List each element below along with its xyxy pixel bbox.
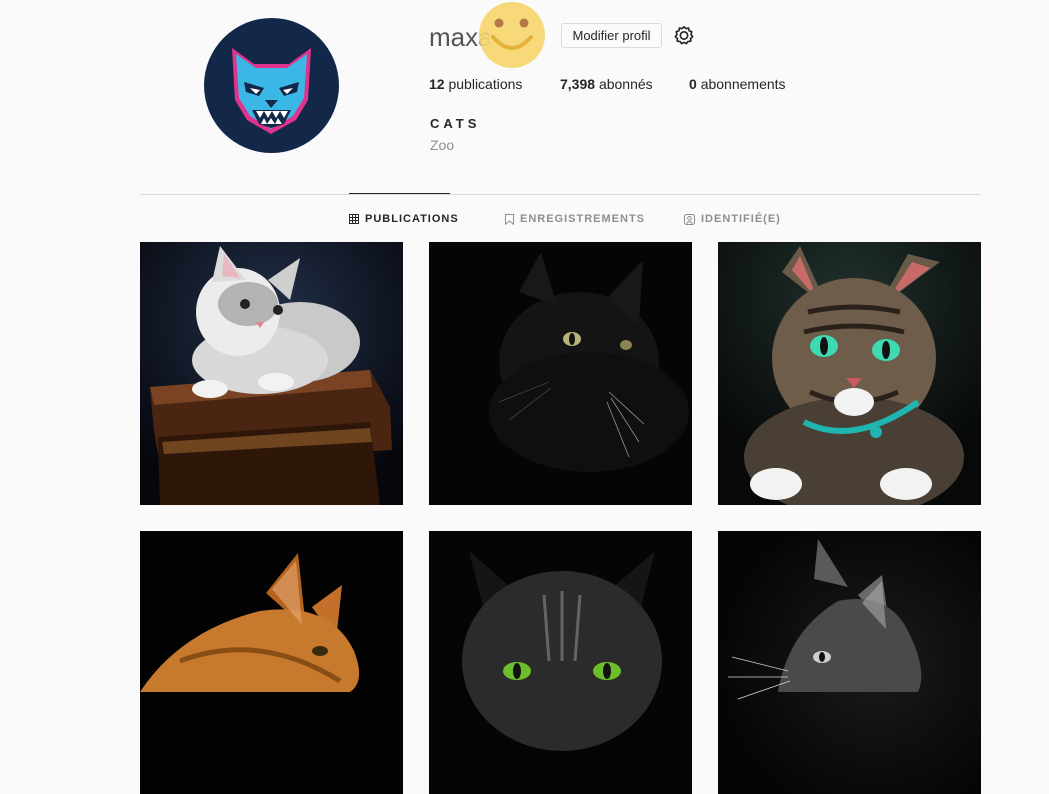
- posts-count: 12 publications: [429, 76, 522, 92]
- following-count-value: 0: [689, 76, 697, 92]
- followers-count[interactable]: 7,398 abonnés: [560, 76, 653, 92]
- post-tile[interactable]: [429, 531, 692, 794]
- bookmark-icon: [505, 213, 514, 225]
- posts-count-value: 12: [429, 76, 445, 92]
- post-tile[interactable]: [718, 531, 981, 794]
- post-tile[interactable]: [140, 531, 403, 794]
- bio-name: CATS: [430, 116, 481, 131]
- tab-label: PUBLICATIONS: [365, 213, 459, 225]
- posts-count-label: publications: [448, 76, 523, 92]
- grid-icon: [349, 214, 359, 224]
- post-tile[interactable]: [429, 242, 692, 505]
- cat-photo-icon: [429, 242, 692, 505]
- bio-category: Zoo: [430, 137, 455, 153]
- cat-photo-icon: [140, 531, 403, 794]
- cat-photo-icon: [718, 531, 981, 794]
- followers-count-value: 7,398: [560, 76, 596, 92]
- active-tab-indicator: [349, 193, 450, 194]
- followers-count-label: abonnés: [598, 76, 653, 92]
- tabs-divider: [140, 194, 981, 195]
- settings-gear-icon[interactable]: [673, 24, 695, 46]
- cat-photo-icon: [718, 242, 981, 505]
- post-tile[interactable]: [718, 242, 981, 505]
- cat-photo-icon: [140, 242, 403, 505]
- profile-avatar[interactable]: [204, 18, 339, 153]
- cat-photo-icon: [429, 531, 692, 794]
- cat-logo-icon: [232, 48, 311, 134]
- following-count[interactable]: 0 abonnements: [689, 76, 786, 92]
- post-tile[interactable]: [140, 242, 403, 505]
- tab-saved[interactable]: ENREGISTREMENTS: [505, 213, 645, 225]
- smiley-icon: [479, 2, 545, 68]
- tagged-icon: [684, 213, 695, 225]
- following-count-label: abonnements: [700, 76, 786, 92]
- tab-label: IDENTIFIÉ(E): [701, 213, 781, 225]
- tab-label: ENREGISTREMENTS: [520, 213, 646, 225]
- tab-publications[interactable]: PUBLICATIONS: [349, 213, 459, 225]
- edit-profile-button[interactable]: Modifier profil: [561, 23, 662, 48]
- tab-tagged[interactable]: IDENTIFIÉ(E): [684, 213, 781, 225]
